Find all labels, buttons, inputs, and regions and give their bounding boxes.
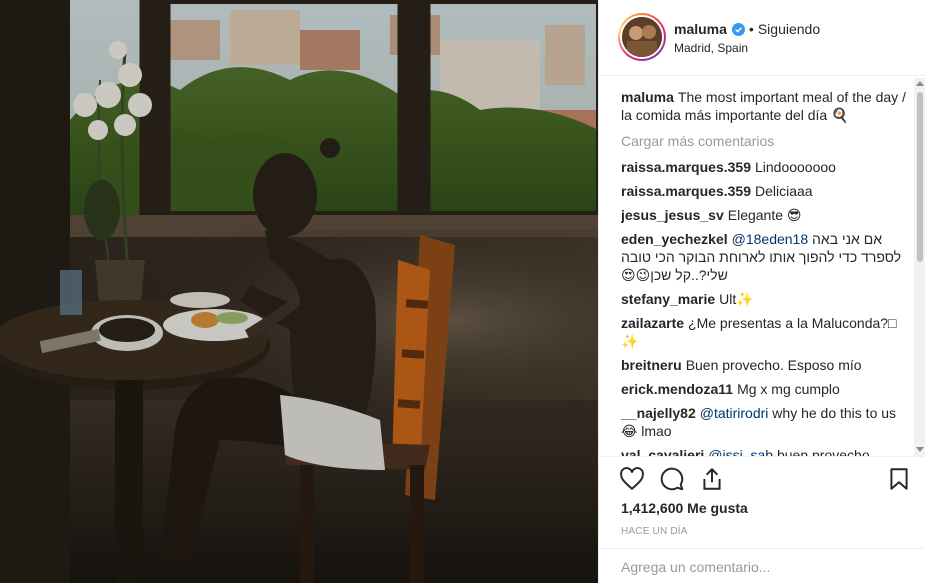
scrollbar-thumb[interactable] [917,92,923,262]
avatar[interactable] [620,15,664,59]
header-username[interactable]: maluma [674,21,727,37]
header-user-line: maluma • Siguiendo [674,21,820,37]
post-timestamp[interactable]: HACE UN DÍA [621,526,688,537]
post-actions [599,456,925,496]
comment-username[interactable]: eden_yechezkel [621,231,728,247]
add-comment-bar [599,548,925,583]
post-photo[interactable] [0,0,598,583]
comment-username[interactable]: stefany_marie [621,291,715,307]
comment-username[interactable]: zailazarte [621,315,684,331]
scroll-down-arrow-icon[interactable] [916,447,924,452]
comment-mention[interactable]: @tatirirodri [700,405,769,421]
comment-username[interactable]: erick.mendoza11 [621,381,733,397]
post-side-panel: maluma • Siguiendo Madrid, Spain maluma T… [598,0,925,583]
bookmark-icon[interactable] [886,466,912,492]
verified-badge-icon [731,22,745,36]
comment-username[interactable]: raissa.marques.359 [621,159,751,175]
scroll-up-arrow-icon[interactable] [916,81,924,86]
comment-username[interactable]: raissa.marques.359 [621,183,751,199]
comment: raissa.marques.359 Lindooooooo [621,158,911,176]
instagram-post: maluma • Siguiendo Madrid, Spain maluma T… [0,0,925,583]
comment-username[interactable]: breitneru [621,357,682,373]
comment-username[interactable]: val_cavalieri [621,447,704,456]
post-header: maluma • Siguiendo Madrid, Spain [599,0,925,76]
comment-mention[interactable]: @issi_sab [708,447,773,456]
comment: breitneru Buen provecho. Esposo mío [621,356,911,374]
comment-text: Mg x mg cumplo [737,381,840,397]
comments-scrollbar[interactable] [914,78,925,456]
comment: zailazarte ¿Me presentas a la Maluconda?□… [621,314,911,350]
separator-dot: • [748,21,754,37]
breakfast-photo-image [0,0,598,583]
heart-icon[interactable] [619,466,645,492]
comment-text: Elegante 😎 [727,207,802,223]
avatar-image [622,17,662,57]
comment-text: Buen provecho. Esposo mío [685,357,862,373]
comment: raissa.marques.359 Deliciaaa [621,182,911,200]
load-more-comments-button[interactable]: Cargar más comentarios [621,132,911,150]
comment: val_cavalieri @issi_sab buen provecho ... [621,446,911,456]
location-link[interactable]: Madrid, Spain [674,41,748,55]
comment: jesus_jesus_sv Elegante 😎 [621,206,911,224]
comment-icon[interactable] [659,466,685,492]
comment-text: Ult✨ [719,291,754,307]
comment-text: Lindooooooo [754,159,836,175]
comment: erick.mendoza11 Mg x mg cumplo [621,380,911,398]
caption-username[interactable]: maluma [621,89,674,105]
comment-username[interactable]: jesus_jesus_sv [621,207,724,223]
comment: stefany_marie Ult✨ [621,290,911,308]
story-ring[interactable] [618,13,666,61]
comment-text: buen provecho ... [776,447,886,456]
add-comment-input[interactable] [621,559,901,575]
caption: maluma The most important meal of the day… [621,88,911,124]
comment-mention[interactable]: @18eden18 [732,231,809,247]
comment: __najelly82 @tatirirodri why he do this t… [621,404,911,440]
following-button[interactable]: Siguiendo [758,21,820,37]
comment-username[interactable]: __najelly82 [621,405,696,421]
comments-list[interactable]: maluma The most important meal of the day… [621,88,911,456]
comment: eden_yechezkel @18eden18 אם אני באה לספרד… [621,230,911,284]
share-icon[interactable] [699,466,725,492]
comment-text: Deliciaaa [754,183,813,199]
likes-count[interactable]: 1,412,600 Me gusta [621,500,748,516]
